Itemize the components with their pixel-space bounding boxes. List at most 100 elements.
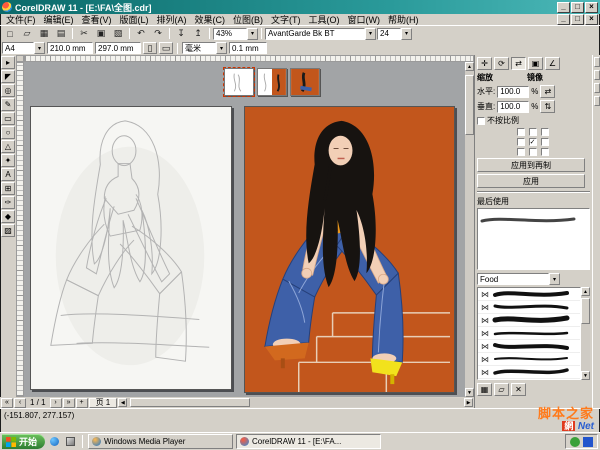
copy-icon[interactable]: ▣: [93, 27, 109, 40]
scroll-up-icon[interactable]: ▲: [465, 62, 474, 71]
anchor-checkbox[interactable]: [529, 128, 537, 136]
thumbnail-3[interactable]: [290, 68, 320, 96]
interactive-tool[interactable]: ⊞: [1, 182, 15, 195]
chevron-down-icon[interactable]: ▾: [401, 28, 412, 40]
save-stroke-button[interactable]: ▦: [477, 383, 492, 396]
canvas-vscrollbar[interactable]: ▲ ▼: [465, 62, 474, 397]
paper-size-value[interactable]: A4: [2, 42, 34, 54]
first-page-button[interactable]: «: [1, 398, 13, 408]
open-icon[interactable]: ▱: [19, 27, 35, 40]
maximize-button[interactable]: □: [571, 2, 584, 13]
prev-page-button[interactable]: ‹: [14, 398, 26, 408]
menu-help[interactable]: 帮助(H): [384, 13, 423, 26]
mirror-horizontal-button[interactable]: ⇄: [540, 85, 555, 98]
add-page-button[interactable]: +: [76, 398, 88, 408]
nudge-field[interactable]: 0.1 mm: [229, 42, 267, 54]
keep-ratio-checkbox[interactable]: [477, 117, 485, 125]
docker-tab-button[interactable]: [594, 83, 600, 93]
color-page[interactable]: [244, 106, 455, 393]
scale-h-field[interactable]: 100.0: [497, 86, 529, 98]
scroll-right-icon[interactable]: ▶: [464, 398, 473, 407]
thumbnail-1[interactable]: [224, 68, 254, 96]
freehand-tool[interactable]: ✎: [1, 98, 15, 111]
apply-button[interactable]: 应用: [477, 174, 585, 188]
menu-text[interactable]: 文字(T): [267, 13, 305, 26]
chevron-down-icon[interactable]: ▾: [365, 28, 376, 40]
delete-stroke-button[interactable]: ✕: [511, 383, 526, 396]
docker-tab-button[interactable]: [594, 70, 600, 80]
stroke-library-list[interactable]: ⋈ ⋈ ⋈ ⋈ ⋈: [477, 287, 581, 380]
chevron-down-icon[interactable]: ▾: [216, 42, 227, 54]
text-tool[interactable]: A: [1, 168, 15, 181]
new-icon[interactable]: □: [2, 27, 18, 40]
drawing-canvas[interactable]: ▲ ▼: [24, 62, 474, 397]
transform-scale-mirror-button[interactable]: ⇄: [511, 57, 526, 70]
chevron-down-icon[interactable]: ▾: [247, 28, 258, 40]
menu-edit[interactable]: 编辑(E): [40, 13, 78, 26]
transform-skew-button[interactable]: ∠: [545, 57, 560, 70]
ellipse-tool[interactable]: ○: [1, 126, 15, 139]
recent-strokes-list[interactable]: [477, 208, 590, 270]
stroke-list-scrollbar[interactable]: ▲ ▼: [581, 287, 590, 380]
save-icon[interactable]: ▦: [36, 27, 52, 40]
stroke-category-value[interactable]: Food: [477, 273, 549, 285]
stroke-scroll-thumb[interactable]: [581, 298, 590, 324]
hscroll-thumb[interactable]: [130, 398, 250, 407]
import-icon[interactable]: ↧: [173, 27, 189, 40]
browse-stroke-button[interactable]: ▱: [494, 383, 509, 396]
landscape-button[interactable]: ▭: [159, 42, 173, 54]
menu-view[interactable]: 查看(V): [78, 13, 116, 26]
units-value[interactable]: 毫米: [182, 42, 216, 54]
anchor-checkbox[interactable]: [517, 128, 525, 136]
eyedropper-tool[interactable]: ✑: [1, 196, 15, 209]
chevron-down-icon[interactable]: ▾: [549, 273, 560, 285]
anchor-checkbox[interactable]: [517, 138, 525, 146]
shape-tool[interactable]: ◤: [1, 70, 15, 83]
start-button[interactable]: 开始: [2, 434, 45, 449]
taskbar-item-coreldraw[interactable]: CorelDRAW 11 - [E:\FA...: [236, 434, 381, 449]
close-button[interactable]: ×: [585, 2, 598, 13]
cut-icon[interactable]: ✂: [76, 27, 92, 40]
menu-effects[interactable]: 效果(C): [191, 13, 230, 26]
tray-ime-icon[interactable]: [583, 437, 593, 447]
paper-size-combo[interactable]: A4 ▾: [2, 42, 45, 54]
menu-bitmaps[interactable]: 位图(B): [229, 13, 267, 26]
export-icon[interactable]: ↥: [190, 27, 206, 40]
stroke-category-combo[interactable]: Food ▾: [477, 273, 560, 285]
paper-width-field[interactable]: 210.0 mm: [47, 42, 93, 54]
anchor-checkbox[interactable]: [517, 148, 525, 156]
stroke-item[interactable]: ⋈: [478, 288, 580, 301]
menu-tools[interactable]: 工具(O): [305, 13, 344, 26]
pick-tool[interactable]: ▸: [1, 56, 15, 69]
quicklaunch-desktop-icon[interactable]: [64, 435, 77, 448]
quicklaunch-ie-icon[interactable]: [48, 435, 61, 448]
paste-icon[interactable]: ▧: [110, 27, 126, 40]
next-page-button[interactable]: ›: [50, 398, 62, 408]
fill-tool[interactable]: ▨: [1, 224, 15, 237]
rectangle-tool[interactable]: ▭: [1, 112, 15, 125]
stroke-item[interactable]: ⋈: [478, 327, 580, 340]
polygon-tool[interactable]: △: [1, 140, 15, 153]
stroke-item[interactable]: ⋈: [478, 353, 580, 366]
paper-height-field[interactable]: 297.0 mm: [95, 42, 141, 54]
scroll-left-icon[interactable]: ◀: [118, 398, 127, 407]
basic-shapes-tool[interactable]: ✦: [1, 154, 15, 167]
stroke-item[interactable]: ⋈: [478, 366, 580, 379]
scroll-up-icon[interactable]: ▲: [581, 287, 590, 296]
doc-close-button[interactable]: ×: [585, 14, 598, 25]
stroke-item[interactable]: ⋈: [478, 314, 580, 327]
transform-rotate-button[interactable]: ⟳: [494, 57, 509, 70]
anchor-checkbox[interactable]: [529, 148, 537, 156]
scroll-down-icon[interactable]: ▼: [581, 371, 590, 380]
sketch-page[interactable]: [30, 106, 232, 390]
stroke-item[interactable]: ⋈: [478, 301, 580, 314]
portrait-button[interactable]: ▯: [143, 42, 157, 54]
menu-layout[interactable]: 版面(L): [116, 13, 153, 26]
transform-position-button[interactable]: ✛: [477, 57, 492, 70]
menu-window[interactable]: 窗口(W): [344, 13, 385, 26]
chevron-down-icon[interactable]: ▾: [34, 42, 45, 54]
anchor-checkbox[interactable]: [541, 128, 549, 136]
transform-size-button[interactable]: ▣: [528, 57, 543, 70]
font-name[interactable]: AvantGarde Bk BT: [265, 28, 365, 40]
zoom-tool[interactable]: ◎: [1, 84, 15, 97]
